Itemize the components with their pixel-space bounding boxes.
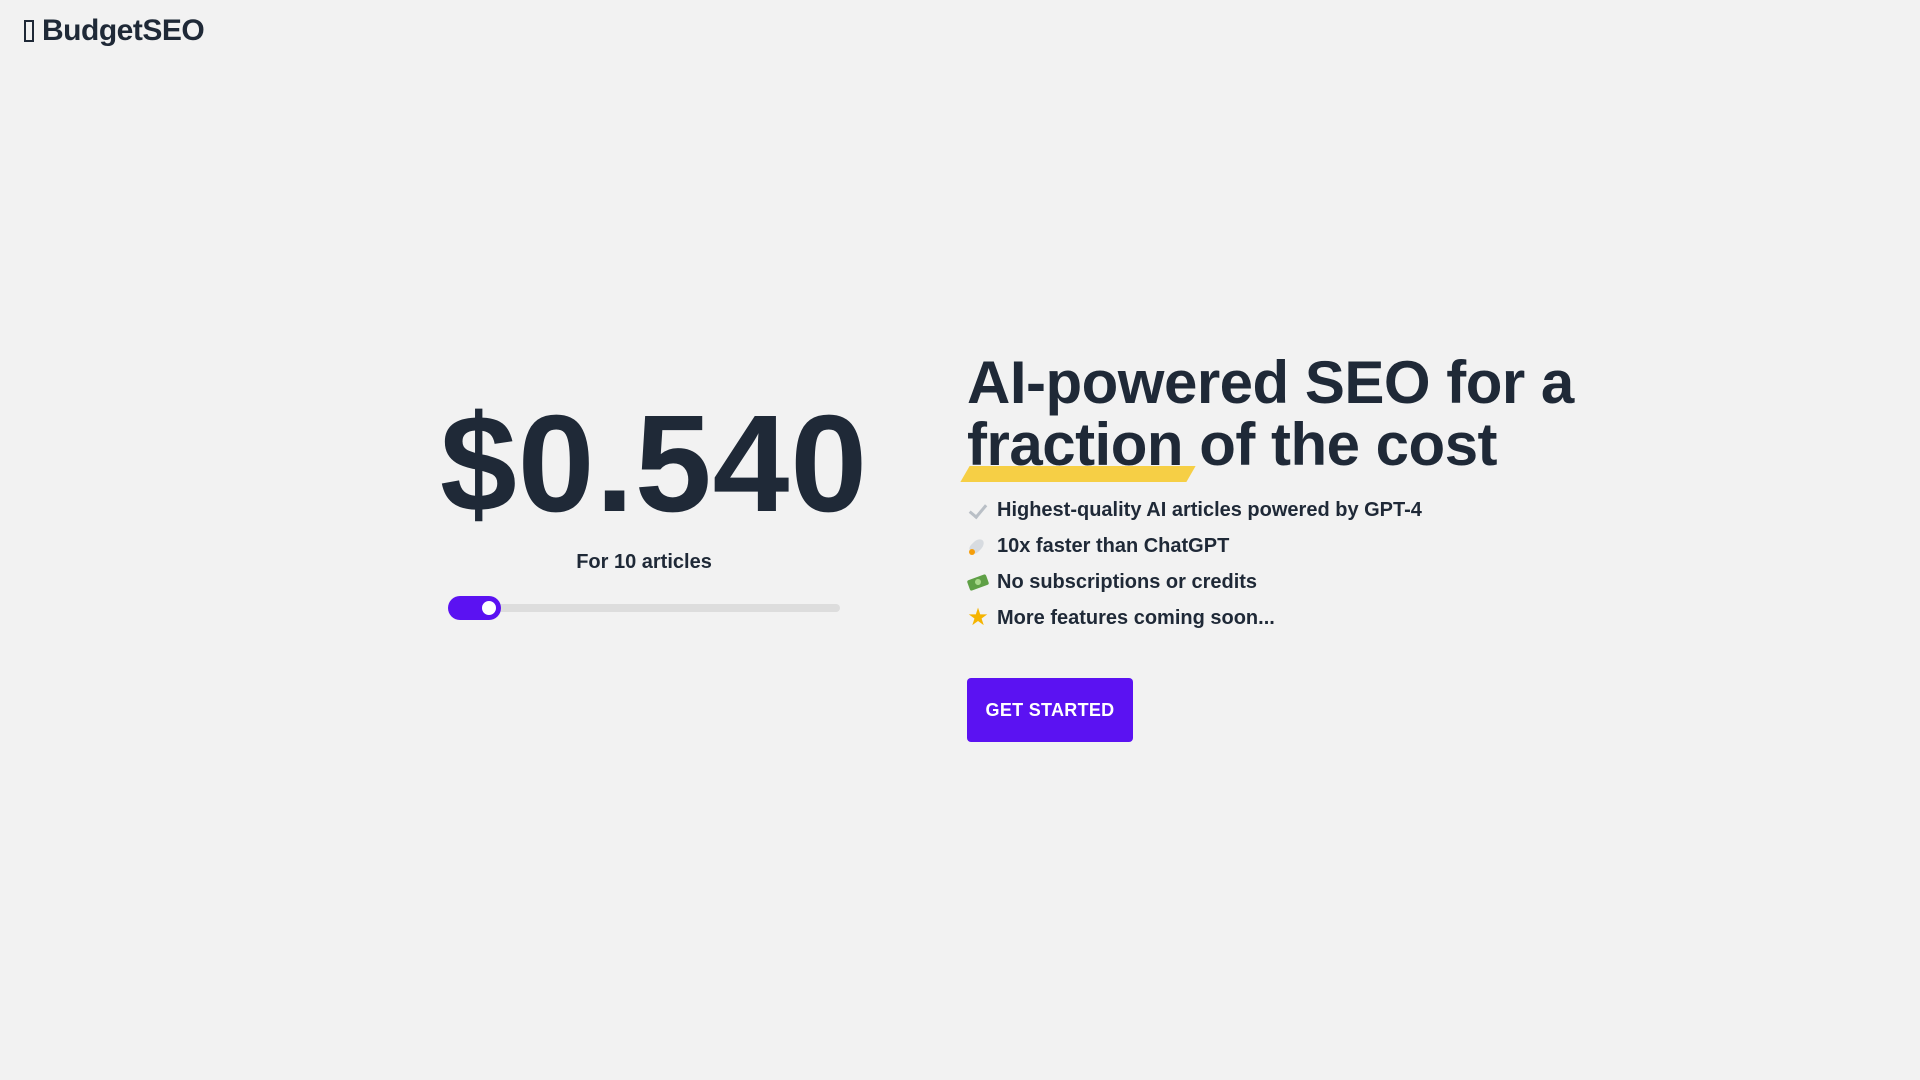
list-item: No subscriptions or credits	[967, 564, 1687, 600]
headline-text-end: of the cost	[1183, 411, 1498, 478]
check-icon	[967, 499, 989, 521]
landing-page: BudgetSEO $0.540 For 10 articles AI-powe…	[0, 0, 1920, 1080]
article-count-slider[interactable]	[448, 596, 840, 620]
list-item: Highest-quality AI articles powered by G…	[967, 492, 1687, 528]
get-started-button[interactable]: GET STARTED	[967, 678, 1133, 742]
hero-section: AI-powered SEO for a fraction of the cos…	[960, 349, 1687, 742]
headline-highlight-text: fraction	[967, 411, 1184, 478]
headline-text: AI-powered SEO for a	[967, 349, 1574, 416]
rocket-icon	[967, 535, 989, 557]
feature-text: Highest-quality AI articles powered by G…	[997, 498, 1422, 521]
star-icon: ★	[967, 604, 989, 631]
feature-text: More features coming soon...	[997, 606, 1275, 629]
slider-track	[448, 604, 840, 612]
feature-text: No subscriptions or credits	[997, 570, 1258, 593]
brand-logo-link[interactable]: BudgetSEO	[24, 14, 205, 48]
brand-name: BudgetSEO	[42, 14, 205, 47]
hourglass-icon	[24, 20, 34, 42]
hero-headline: AI-powered SEO for a fraction of the cos…	[960, 349, 1687, 482]
money-icon	[967, 571, 989, 593]
list-item: 10x faster than ChatGPT	[967, 528, 1687, 564]
list-item: ★ More features coming soon...	[967, 600, 1687, 636]
feature-text: 10x faster than ChatGPT	[997, 534, 1230, 557]
feature-list: Highest-quality AI articles powered by G…	[967, 492, 1687, 636]
headline-highlight-word: fraction	[960, 411, 1196, 482]
article-count-label: For 10 articles	[576, 551, 712, 573]
price-display: $0.540	[440, 387, 869, 541]
